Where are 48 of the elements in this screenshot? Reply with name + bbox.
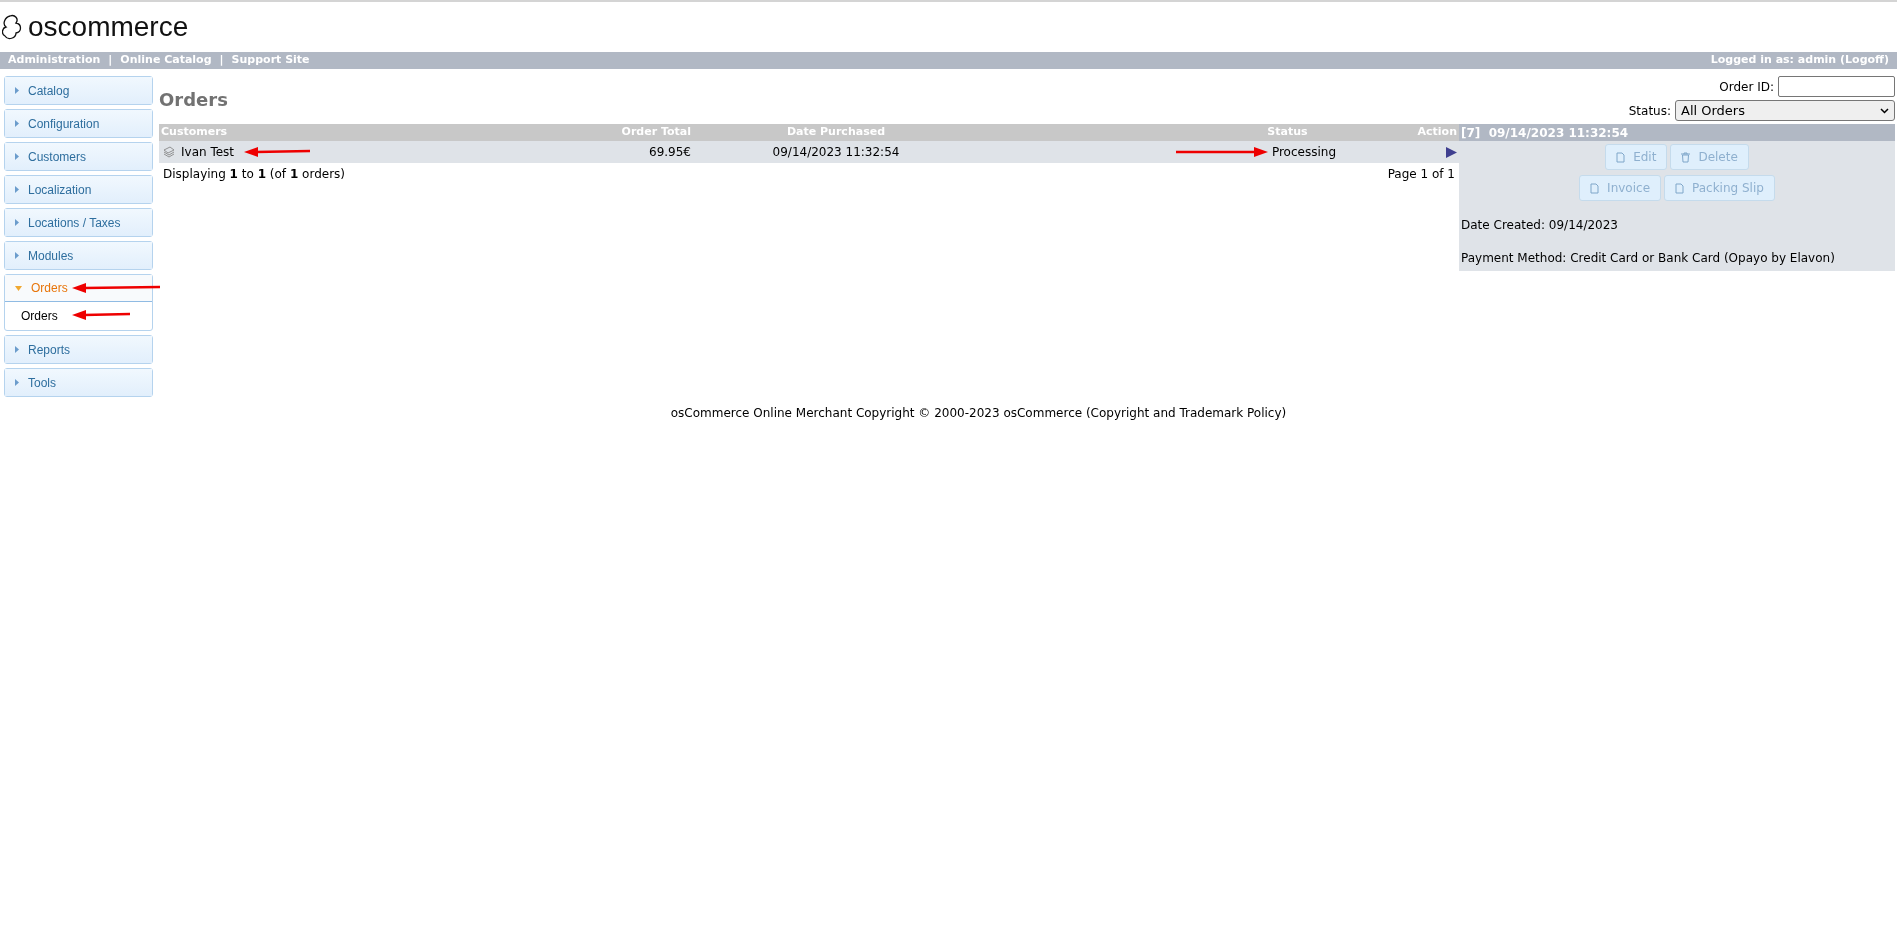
nav-separator: | bbox=[108, 52, 113, 69]
logo-text: oscommerce bbox=[28, 13, 189, 41]
play-arrow-icon[interactable] bbox=[1446, 146, 1457, 158]
chevron-down-icon bbox=[1880, 107, 1889, 114]
order-status: Processing bbox=[1271, 144, 1336, 161]
page-title: Orders bbox=[159, 88, 228, 112]
caret-right-icon bbox=[15, 379, 19, 386]
menu-header[interactable]: Catalog bbox=[5, 77, 152, 104]
annotation-arrow bbox=[72, 310, 130, 320]
detail-info: Date Created: 09/14/2023 bbox=[1460, 217, 1619, 234]
customer-name: Ivan Test bbox=[181, 144, 235, 161]
detail-info: Payment Method: Credit Card or Bank Card (Opayo by Elavon) bbox=[1460, 250, 1836, 267]
caret-right-icon bbox=[15, 186, 19, 193]
pagination-text: Page 1 of 1 bbox=[1387, 166, 1455, 183]
annotation-arrow bbox=[244, 147, 311, 157]
caret-right-icon bbox=[15, 219, 19, 226]
document-icon bbox=[1590, 182, 1600, 194]
submenu-link[interactable]: Orders bbox=[5, 302, 152, 330]
trash-icon bbox=[1681, 151, 1691, 163]
detail-title: [7] 09/14/2023 11:32:54 bbox=[1459, 124, 1895, 141]
document-icon bbox=[1675, 182, 1684, 194]
order-total: 69.95€ bbox=[648, 144, 691, 161]
caret-down-icon bbox=[15, 285, 22, 291]
menu-header[interactable]: Customers bbox=[5, 143, 152, 170]
caret-right-icon bbox=[15, 252, 19, 259]
menu-header[interactable]: Locations / Taxes bbox=[5, 209, 152, 236]
status-label: Status: bbox=[1628, 102, 1671, 120]
results-summary: Displaying 1 to 1 (of 1 orders) bbox=[163, 166, 345, 183]
order-id-label: Order ID: bbox=[1719, 78, 1774, 96]
menu-header[interactable]: Localization bbox=[5, 176, 152, 203]
menu-header[interactable]: Tools bbox=[5, 369, 152, 396]
footer-copyright: osCommerce Online Merchant Copyright © 2000-2023 osCommerce (Copyright and Trademark Policy) bbox=[669, 405, 1288, 422]
order-id-field[interactable] bbox=[1778, 76, 1895, 97]
document-icon bbox=[1616, 151, 1626, 163]
cloud-logo-icon bbox=[2, 13, 22, 41]
pages-icon bbox=[163, 146, 175, 158]
caret-right-icon bbox=[15, 120, 19, 127]
caret-right-icon bbox=[15, 153, 19, 160]
order-date: 09/14/2023 11:32:54 bbox=[771, 144, 901, 161]
menu-header[interactable]: Reports bbox=[5, 336, 152, 363]
nav-separator: | bbox=[219, 52, 224, 69]
order-row[interactable]: Ivan Test 69.95€ 09/14/2023 11:32:54 Processing bbox=[159, 141, 1459, 163]
caret-right-icon bbox=[15, 87, 19, 94]
caret-right-icon bbox=[15, 346, 19, 353]
menu-header[interactable]: Configuration bbox=[5, 110, 152, 137]
status-dropdown[interactable]: All Orders bbox=[1675, 100, 1895, 121]
menu-header[interactable]: Modules bbox=[5, 242, 152, 269]
menu-header[interactable]: Orders bbox=[5, 275, 152, 302]
